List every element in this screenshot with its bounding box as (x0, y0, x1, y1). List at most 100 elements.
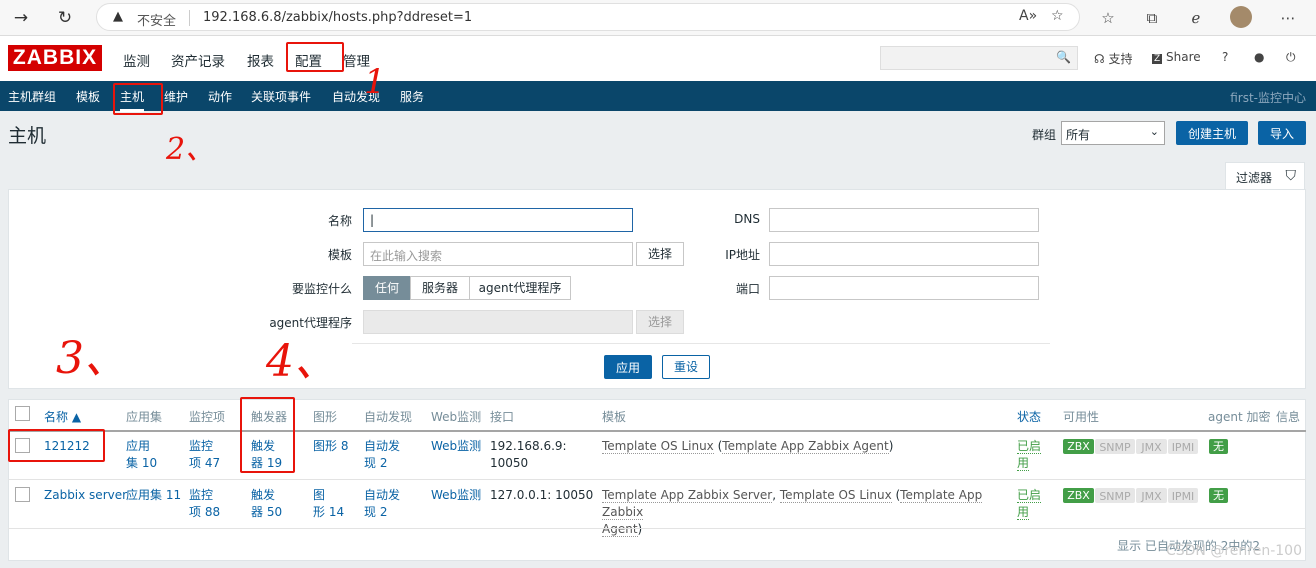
user-profile-icon[interactable]: ● (1254, 50, 1264, 64)
favorites-icon[interactable]: ☆ (1096, 6, 1120, 30)
address-bar[interactable]: ▲ 不安全 192.168.6.8/zabbix/hosts.php?ddres… (96, 3, 1080, 31)
support-link[interactable]: ☊ 支持 (1094, 50, 1133, 67)
import-button[interactable]: 导入 (1258, 121, 1306, 145)
col-discovery: 自动发现 (364, 410, 413, 424)
table-header-divider (8, 430, 1306, 432)
row-divider (8, 528, 1306, 529)
filter-funnel-icon: ⛉ (1285, 168, 1297, 184)
monitored-by-label: 要监控什么 (291, 282, 352, 296)
monitored-by-server[interactable]: 服务器 (410, 276, 470, 300)
submenu-templates[interactable]: 模板 (76, 88, 100, 105)
zbx-badge: ZBX (1063, 488, 1094, 503)
items-link[interactable]: 监控项 47 (189, 438, 220, 472)
filter-panel (8, 189, 1306, 389)
filter-name-input[interactable]: | (363, 208, 633, 232)
templates-select-button[interactable]: 选择 (636, 242, 684, 266)
edge-icon[interactable]: ℯ (1184, 6, 1208, 30)
row-checkbox[interactable] (15, 487, 30, 502)
proxy-select-button: 选择 (636, 310, 684, 334)
read-aloud-icon[interactable]: A» (1019, 8, 1037, 24)
snmp-badge: SNMP (1095, 488, 1135, 503)
menu-monitoring[interactable]: 监测 (123, 50, 150, 70)
more-icon[interactable]: ⋯ (1276, 6, 1300, 30)
monitored-by-proxy[interactable]: agent代理程序 (469, 276, 571, 300)
annotation-box-triggers (240, 397, 295, 473)
submenu-host-groups[interactable]: 主机群组 (8, 88, 56, 105)
reset-button[interactable]: 重设 (662, 355, 710, 379)
applications-link[interactable]: 应用集 11 (126, 487, 181, 504)
profile-avatar[interactable] (1230, 6, 1252, 28)
menu-inventory[interactable]: 资产记录 (171, 50, 225, 70)
template-link[interactable]: Template App Zabbix Server (602, 488, 773, 503)
annotation-step-4: 4、 (266, 336, 338, 387)
share-link[interactable]: Z Share (1152, 50, 1201, 64)
template-link[interactable]: Template OS Linux (779, 488, 892, 503)
annotation-box-hosts (113, 83, 163, 115)
group-select[interactable]: 所有 ⌄ (1061, 121, 1165, 145)
filter-name-label: 名称 (327, 214, 352, 228)
web-link[interactable]: Web监测 (431, 438, 481, 455)
zabbix-logo[interactable]: ZABBIX (8, 45, 102, 71)
filter-templates-input[interactable]: 在此输入搜索 (363, 242, 633, 266)
server-name: first-监控中心 (1230, 91, 1306, 105)
triggers-link[interactable]: 触发器 50 (251, 487, 282, 521)
filter-tab[interactable]: 过滤器 ⛉ (1225, 162, 1305, 190)
apply-button[interactable]: 应用 (604, 355, 652, 379)
template-link[interactable]: Template App Zabbix Agent (722, 439, 889, 454)
back-arrow-icon[interactable]: → (8, 5, 34, 31)
headset-icon: ☊ (1094, 52, 1105, 66)
col-info: 信息 (1276, 410, 1301, 424)
filter-templates-label: 模板 (327, 248, 352, 262)
select-all-checkbox[interactable] (15, 406, 30, 421)
submenu-actions[interactable]: 动作 (208, 88, 232, 105)
col-applications: 应用集 (126, 410, 163, 424)
web-link[interactable]: Web监测 (431, 487, 481, 504)
reload-icon[interactable]: ↻ (52, 5, 78, 31)
dns-input[interactable] (769, 208, 1039, 232)
col-templates: 模板 (602, 410, 627, 424)
filter-divider (352, 343, 1050, 344)
host-name-link[interactable]: Zabbix server (44, 487, 127, 504)
col-status[interactable]: 状态 (1017, 408, 1041, 425)
collections-icon[interactable]: ⧉ (1140, 6, 1164, 30)
port-input[interactable] (769, 276, 1039, 300)
ip-label: IP地址 (725, 248, 760, 262)
favorite-add-icon[interactable]: ☆ (1051, 8, 1064, 24)
discovery-link[interactable]: 自动发现 2 (364, 487, 400, 521)
logout-icon[interactable]: ⏻ (1286, 50, 1296, 65)
url-text[interactable]: 192.168.6.8/zabbix/hosts.php?ddreset=1 (203, 10, 472, 25)
global-search-input[interactable]: 🔍 (880, 46, 1078, 70)
templates-cell: Template OS Linux (Template App Zabbix A… (602, 439, 894, 454)
config-submenu: 主机群组 模板 主机 维护 动作 关联项事件 自动发现 服务 first-监控中… (0, 81, 1316, 112)
col-interface: 接口 (490, 410, 515, 424)
status-enabled[interactable]: 已启用 (1017, 487, 1042, 521)
ip-input[interactable] (769, 242, 1039, 266)
status-enabled[interactable]: 已启用 (1017, 438, 1042, 472)
graphs-link[interactable]: 图形 14 (313, 487, 344, 521)
search-icon[interactable]: 🔍 (1056, 50, 1071, 64)
browser-bar: → ↻ ▲ 不安全 192.168.6.8/zabbix/hosts.php?d… (0, 0, 1316, 36)
template-link[interactable]: Agent (602, 522, 638, 537)
annotation-step-3: 3、 (56, 333, 128, 384)
help-link[interactable]: ? (1222, 50, 1228, 64)
items-link[interactable]: 监控项 88 (189, 487, 220, 521)
applications-link[interactable]: 应用集 10 (126, 438, 157, 472)
col-name[interactable]: 名称 ▲ (44, 408, 81, 425)
templates-cell: Template App Zabbix Server, Template OS … (602, 488, 983, 537)
create-host-button[interactable]: 创建主机 (1176, 121, 1248, 145)
graphs-link[interactable]: 图形 8 (313, 438, 348, 455)
submenu-maintenance[interactable]: 维护 (164, 88, 188, 105)
col-encryption: agent 加密 (1208, 410, 1271, 424)
jmx-badge: JMX (1136, 488, 1167, 503)
share-z-icon: Z (1152, 54, 1163, 64)
col-graphs: 图形 (313, 410, 338, 424)
submenu-services[interactable]: 服务 (400, 88, 424, 105)
discovery-link[interactable]: 自动发现 2 (364, 438, 400, 472)
submenu-event-correlation[interactable]: 关联项事件 (251, 88, 311, 105)
template-link[interactable]: Template OS Linux (602, 439, 714, 454)
zbx-badge: ZBX (1063, 439, 1094, 454)
row-divider (8, 479, 1306, 480)
chevron-down-icon: ⌄ (1149, 125, 1159, 138)
menu-reports[interactable]: 报表 (247, 50, 274, 70)
monitored-by-any[interactable]: 任何 (363, 276, 411, 300)
